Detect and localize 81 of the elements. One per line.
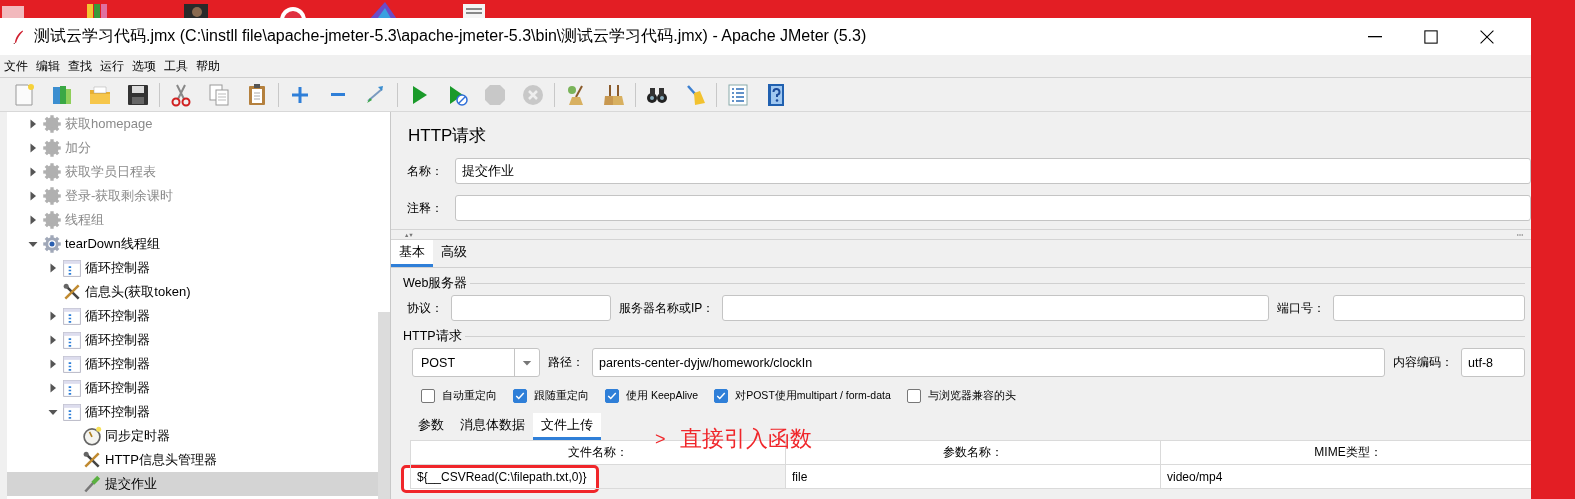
menu-item[interactable]: 帮助 bbox=[192, 57, 224, 75]
menu-item[interactable]: 选项 bbox=[128, 57, 160, 75]
field-label: 路径： bbox=[548, 354, 584, 371]
tree-item[interactable]: 提交作业 bbox=[7, 472, 378, 496]
tab[interactable]: 高级 bbox=[433, 240, 475, 267]
tree-item[interactable]: 循环控制器 bbox=[7, 352, 378, 376]
field-label: 注释： bbox=[407, 199, 444, 217]
checkmark-icon bbox=[716, 391, 727, 401]
table-cell: video/mp4 bbox=[1160, 464, 1531, 489]
text-field[interactable]: utf-8 bbox=[1461, 348, 1525, 377]
scissors-icon bbox=[169, 82, 193, 107]
scrollbar[interactable] bbox=[378, 312, 390, 499]
field-label: 协议： bbox=[407, 299, 443, 317]
wrench-icon bbox=[62, 282, 82, 302]
text-field[interactable] bbox=[451, 295, 611, 321]
window-icon bbox=[62, 306, 82, 326]
copy-icon bbox=[207, 82, 231, 107]
list-icon bbox=[726, 82, 750, 107]
menu-item[interactable]: 文件 bbox=[0, 57, 32, 75]
minimize-icon bbox=[1368, 35, 1382, 38]
menu-item[interactable]: 工具 bbox=[160, 57, 192, 75]
maximize-icon bbox=[1424, 29, 1438, 44]
panel-title: HTTP请求 bbox=[407, 125, 488, 147]
checkbox[interactable]: 对POST使用multipart / form-data bbox=[714, 389, 891, 403]
menu-item[interactable]: 查找 bbox=[64, 57, 96, 75]
tree-item[interactable]: 信息头(获取token) bbox=[7, 280, 378, 304]
method-dropdown[interactable]: POST bbox=[412, 348, 540, 377]
checkmark-icon bbox=[607, 391, 617, 401]
pipette-icon bbox=[82, 474, 102, 494]
gear-icon bbox=[42, 114, 62, 134]
text-field[interactable]: parents-center-dyjw/homework/clockIn bbox=[592, 348, 1385, 377]
tree-item[interactable]: 同步定时器 bbox=[7, 424, 378, 448]
checkbox[interactable]: 使用 KeepAlive bbox=[605, 389, 699, 403]
tree-item[interactable]: 循环控制器 bbox=[7, 304, 378, 328]
tab[interactable]: 消息体数据 bbox=[452, 413, 533, 440]
checkbox[interactable]: 自动重定向 bbox=[421, 389, 497, 403]
tree-item[interactable]: 循环控制器 bbox=[7, 328, 378, 352]
window-icon bbox=[62, 378, 82, 398]
stop-icon bbox=[483, 82, 507, 107]
clock-icon bbox=[82, 426, 102, 446]
field-label: 内容编码： bbox=[1393, 354, 1453, 371]
group-title: Web服务器 bbox=[403, 275, 468, 292]
gear-icon bbox=[42, 234, 62, 254]
tree-item[interactable]: HTTP信息头管理器 bbox=[7, 448, 378, 472]
text-field[interactable]: 提交作业 bbox=[455, 158, 1531, 184]
field-label: 端口号： bbox=[1277, 299, 1325, 317]
tree-item[interactable]: 循环控制器 bbox=[7, 376, 378, 400]
checkmark-icon bbox=[515, 391, 525, 401]
window-icon bbox=[62, 330, 82, 350]
gear-icon bbox=[42, 210, 62, 230]
tab[interactable]: 文件上传 bbox=[533, 413, 601, 440]
close-icon bbox=[1480, 29, 1494, 44]
checkbox[interactable]: 与浏览器兼容的头 bbox=[906, 389, 1016, 403]
menu-item[interactable]: 编辑 bbox=[32, 57, 64, 75]
cross-circle-icon bbox=[521, 82, 545, 107]
group-title: HTTP请求 bbox=[403, 328, 462, 345]
window-icon bbox=[62, 354, 82, 374]
page-icon bbox=[12, 82, 36, 107]
checkbox[interactable]: 跟随重定向 bbox=[513, 389, 589, 403]
window-icon bbox=[62, 258, 82, 278]
gear-icon bbox=[42, 138, 62, 158]
tab[interactable]: 参数 bbox=[410, 413, 452, 440]
tree-item[interactable]: tearDown线程组 bbox=[7, 232, 378, 256]
window-icon bbox=[62, 402, 82, 422]
gear-icon bbox=[42, 186, 62, 206]
table-cell: file bbox=[785, 464, 1161, 489]
text-field[interactable] bbox=[1333, 295, 1525, 321]
column-header[interactable]: MIME类型： bbox=[1160, 440, 1531, 465]
wrench-icon bbox=[82, 450, 102, 470]
field-label: 名称： bbox=[407, 162, 444, 180]
tab[interactable]: 基本 bbox=[391, 240, 433, 267]
minus-icon bbox=[331, 93, 345, 96]
field-label: 服务器名称或IP： bbox=[619, 299, 715, 317]
text-field[interactable] bbox=[455, 195, 1531, 221]
gear-icon bbox=[42, 162, 62, 182]
tree-item[interactable]: 循环控制器 bbox=[7, 400, 378, 424]
text-field[interactable] bbox=[722, 295, 1269, 321]
window-title: 测试云学习代码.jmx (C:\instll file\apache-jmeter-5.3\apache-jmeter-5.3\bin\测试云学习代码.jmx) - Apache JMeter (5.3) bbox=[34, 26, 868, 46]
brooms-icon bbox=[602, 82, 626, 107]
tree-item[interactable]: 循环控制器 bbox=[7, 256, 378, 280]
menu-item[interactable]: 运行 bbox=[96, 57, 128, 75]
